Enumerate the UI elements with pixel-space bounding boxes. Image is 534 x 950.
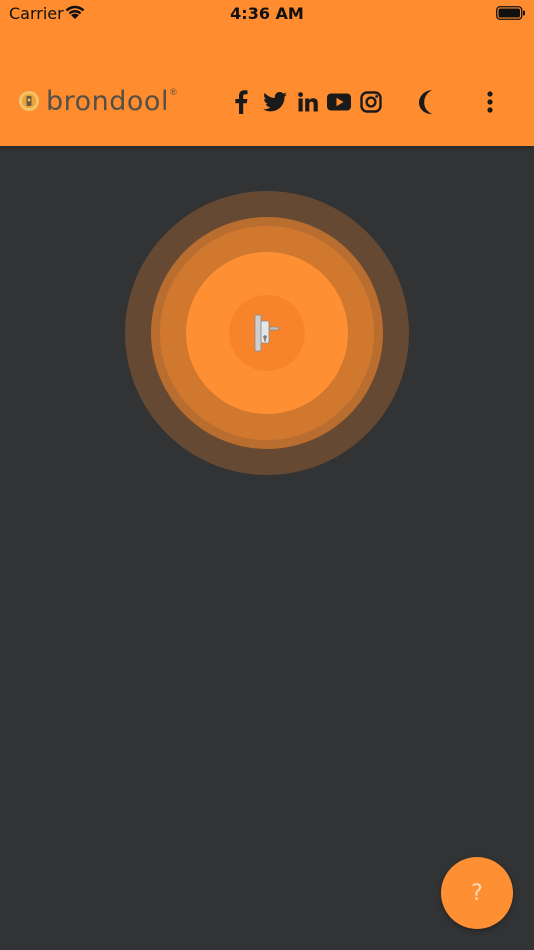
facebook-icon[interactable]: [230, 88, 252, 116]
brand-name: brondool: [46, 85, 169, 117]
more-vertical-icon[interactable]: [478, 88, 502, 116]
lock-pulse-button[interactable]: [125, 191, 409, 475]
instagram-icon[interactable]: [359, 88, 383, 116]
brand-mark-icon: [19, 91, 39, 111]
moon-icon[interactable]: [414, 88, 440, 116]
linkedin-icon[interactable]: [296, 88, 320, 116]
battery-icon: [496, 6, 525, 20]
app-header: Carrier 4:36 AM brondool ®: [0, 0, 534, 146]
brand-logo[interactable]: brondool ®: [18, 84, 177, 118]
twitter-icon[interactable]: [262, 88, 288, 116]
door-lock-icon: [254, 314, 280, 352]
help-button[interactable]: ?: [441, 857, 513, 929]
status-bar: Carrier 4:36 AM: [0, 0, 534, 28]
youtube-icon[interactable]: [326, 88, 352, 116]
help-label: ?: [471, 880, 483, 906]
brand-registered-mark: ®: [169, 87, 177, 97]
status-time: 4:36 AM: [230, 4, 304, 23]
